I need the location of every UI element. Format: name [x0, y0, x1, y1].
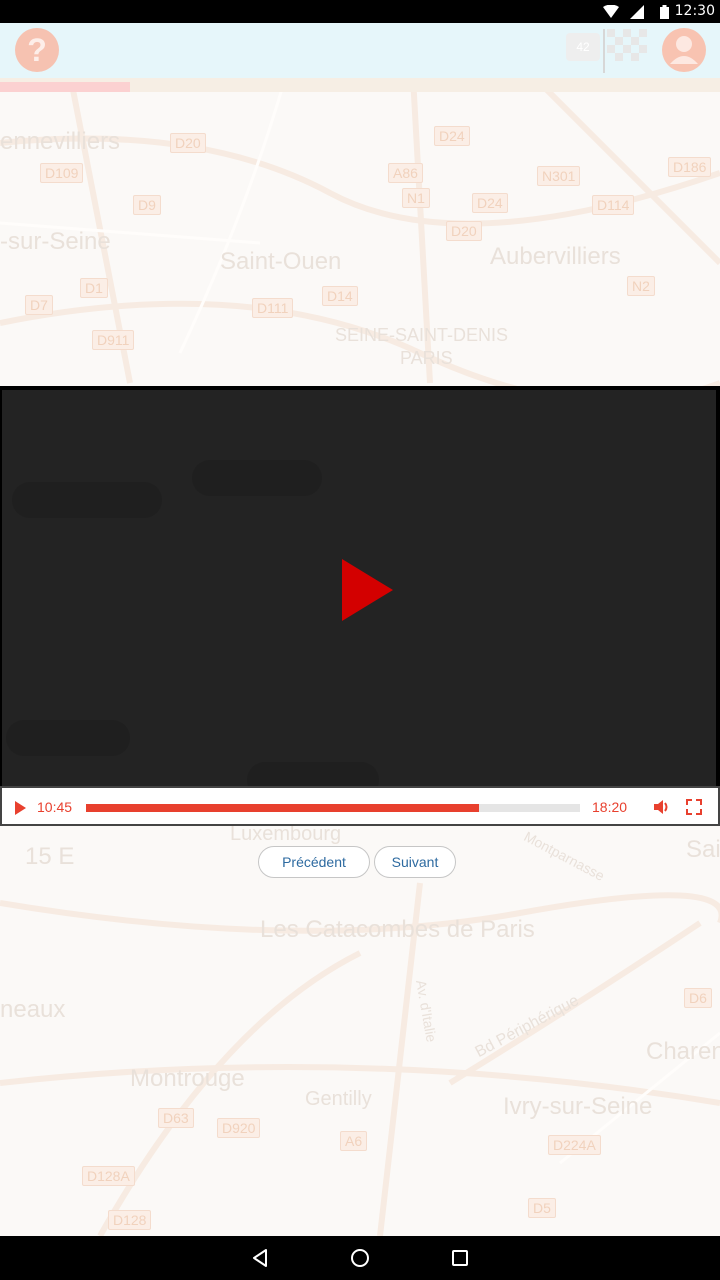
play-overlay-button[interactable]: [342, 559, 393, 621]
video-overlay-shape: [192, 460, 322, 496]
current-time: 10:45: [37, 799, 73, 815]
map-label: Sai: [686, 836, 720, 863]
map-label: Montrouge: [130, 1065, 245, 1092]
road-label: D7: [25, 295, 53, 315]
score-badge: 42: [566, 33, 600, 61]
video-controls: 10:45 18:20: [0, 786, 720, 826]
video-frame[interactable]: [2, 390, 716, 786]
top-bar: ? 42: [0, 23, 720, 78]
question-mark-icon: ?: [27, 32, 47, 68]
back-icon[interactable]: [250, 1248, 270, 1268]
road-label: D128A: [82, 1166, 135, 1186]
system-navigation-bar: [0, 1236, 720, 1280]
home-icon[interactable]: [350, 1248, 370, 1268]
road-label: D5: [528, 1198, 556, 1218]
map-label: 15 E: [25, 843, 75, 870]
road-label: D1: [80, 278, 108, 298]
volume-icon[interactable]: [653, 799, 671, 815]
recent-apps-icon[interactable]: [450, 1248, 470, 1268]
road-label: N301: [537, 166, 581, 186]
road-label: D186: [668, 157, 712, 177]
road-label: A6: [340, 1131, 368, 1151]
play-icon[interactable]: [15, 801, 26, 815]
help-button[interactable]: ?: [15, 28, 59, 72]
road-label: D109: [40, 163, 84, 183]
map-label: Charen: [646, 1038, 720, 1065]
video-overlay-shape: [6, 720, 130, 756]
battery-icon: [660, 5, 669, 19]
road-label: D6: [684, 988, 712, 1008]
road-label: D128: [108, 1210, 152, 1230]
next-button[interactable]: Suivant: [374, 846, 456, 878]
map-label: Ivry-sur-Seine: [503, 1093, 653, 1120]
map-label: PARIS: [400, 348, 453, 368]
road-label: D920: [217, 1118, 261, 1138]
road-label: D114: [592, 195, 635, 215]
user-avatar-button[interactable]: [662, 28, 706, 72]
map-label: Les Catacombes de Paris: [260, 916, 535, 943]
road-label: D24: [434, 126, 470, 146]
total-duration: 18:20: [592, 799, 628, 815]
road-label: D20: [446, 221, 482, 241]
video-player[interactable]: 10:45 18:20: [0, 386, 720, 826]
level-progress-fill: [0, 82, 130, 92]
road-label: D9: [133, 195, 161, 215]
road-label: A86: [388, 163, 423, 183]
map-label: Gentilly: [305, 1088, 372, 1110]
road-label: D111: [252, 298, 294, 318]
map-label: Luxembourg: [230, 823, 342, 845]
road-label: D911: [92, 330, 135, 350]
road-label: D24: [472, 193, 508, 213]
map-label: neaux: [0, 996, 66, 1023]
seek-bar-progress: [86, 804, 479, 812]
status-bar: 12:30: [0, 0, 720, 23]
map-label: SEINE-SAINT-DENIS: [335, 325, 509, 345]
checkered-flag-icon[interactable]: [603, 27, 649, 73]
map-label: Aubervilliers: [490, 243, 621, 270]
signal-icon: [630, 5, 644, 19]
map-label: ennevilliers: [0, 128, 121, 155]
road-label: D14: [322, 286, 358, 306]
road-label: D63: [158, 1108, 194, 1128]
road-label: N2: [627, 276, 655, 296]
road-label: D224A: [548, 1135, 601, 1155]
road-label: N1: [402, 188, 430, 208]
road-label: D20: [170, 133, 206, 153]
seek-bar[interactable]: [86, 804, 580, 812]
fullscreen-icon[interactable]: [686, 799, 702, 815]
video-overlay-shape: [247, 762, 379, 786]
level-progress-bar: [0, 78, 720, 92]
video-overlay-shape: [12, 482, 162, 518]
map-label: Saint-Ouen: [220, 248, 342, 275]
previous-button[interactable]: Précédent: [258, 846, 370, 878]
wifi-icon: [603, 5, 619, 18]
map-label: -sur-Seine: [0, 228, 111, 255]
user-avatar-icon: [670, 36, 698, 64]
clock: 12:30: [674, 3, 715, 19]
